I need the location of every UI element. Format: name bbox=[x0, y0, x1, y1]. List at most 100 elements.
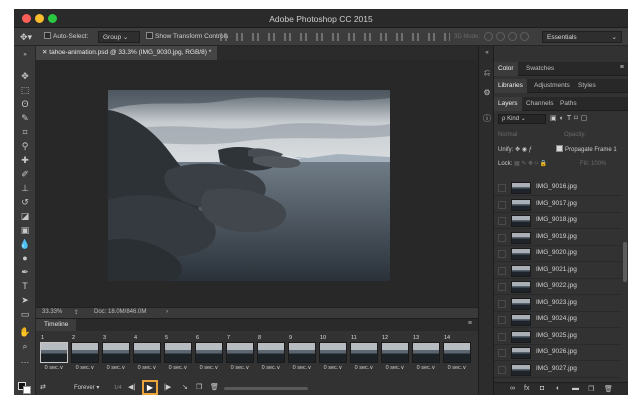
timeline-tab[interactable]: Timeline bbox=[36, 319, 77, 331]
timeline-menu-icon[interactable]: ≡ bbox=[468, 320, 472, 327]
timeline-frame[interactable]: 4 0 sec.∨ bbox=[133, 335, 161, 375]
frame-thumbnail[interactable] bbox=[71, 342, 99, 363]
shape-tool-icon[interactable]: ▭ bbox=[18, 308, 32, 320]
visibility-toggle[interactable] bbox=[498, 266, 506, 275]
layer-row[interactable]: IMG_9020.jpg bbox=[494, 246, 622, 262]
frame-thumbnail[interactable] bbox=[288, 342, 316, 363]
timeline-frame[interactable]: 12 0 sec.∨ bbox=[381, 335, 409, 375]
pen-tool-icon[interactable]: ✒ bbox=[18, 266, 32, 278]
unify-style-icon[interactable]: ƒ bbox=[529, 147, 532, 153]
next-frame-icon[interactable]: |▶ bbox=[164, 383, 171, 393]
brush-tool-icon[interactable]: ✐ bbox=[18, 168, 32, 180]
blend-mode-dropdown[interactable]: Normal bbox=[498, 130, 517, 140]
auto-select-toggle[interactable]: Auto-Select: bbox=[44, 31, 88, 43]
tab-swatches[interactable]: Swatches bbox=[522, 62, 558, 76]
auto-select-dropdown[interactable]: Group ⌄ bbox=[98, 31, 140, 43]
timeline-frame[interactable]: 5 0 sec.∨ bbox=[164, 335, 192, 375]
layer-row[interactable]: IMG_9021.jpg bbox=[494, 263, 622, 279]
layer-row[interactable]: IMG_9023.jpg bbox=[494, 296, 622, 312]
share-icon[interactable]: ⇪ bbox=[74, 309, 79, 316]
frame-delay-dropdown[interactable]: 0 sec.∨ bbox=[71, 365, 99, 371]
stamp-tool-icon[interactable]: ⊥ bbox=[18, 182, 32, 194]
tab-color[interactable]: Color bbox=[494, 62, 518, 76]
eraser-tool-icon[interactable]: ◪ bbox=[18, 210, 32, 222]
tween-icon[interactable]: ↘ bbox=[182, 383, 188, 393]
gradient-tool-icon[interactable]: ▣ bbox=[18, 224, 32, 236]
frame-delay-dropdown[interactable]: 0 sec.∨ bbox=[195, 365, 223, 371]
timeline-frame[interactable]: 8 0 sec.∨ bbox=[257, 335, 285, 375]
delete-frame-icon[interactable]: 🗑 bbox=[210, 383, 219, 393]
timeline-frame[interactable]: 14 0 sec.∨ bbox=[443, 335, 471, 375]
layer-row[interactable]: IMG_9017.jpg bbox=[494, 197, 622, 213]
timeline-frame[interactable]: 13 0 sec.∨ bbox=[412, 335, 440, 375]
tab-libraries[interactable]: Libraries bbox=[494, 79, 527, 93]
layer-style-icon[interactable]: fx bbox=[524, 385, 529, 392]
show-transform-toggle[interactable]: Show Transform Controls bbox=[146, 31, 228, 43]
frame-delay-dropdown[interactable]: 0 sec.∨ bbox=[226, 365, 254, 371]
tab-styles[interactable]: Styles bbox=[574, 79, 600, 93]
lasso-tool-icon[interactable]: ʘ bbox=[18, 98, 32, 110]
visibility-toggle[interactable] bbox=[498, 349, 506, 357]
frame-delay-dropdown[interactable]: 0 sec.∨ bbox=[40, 365, 68, 371]
timeline-frame[interactable]: 1 0 sec.∨ bbox=[40, 335, 68, 375]
lock-icons[interactable]: ▦ ✎ ✥ ⌑ 🔒 bbox=[514, 161, 547, 167]
frame-thumbnail[interactable] bbox=[257, 342, 285, 363]
frame-delay-dropdown[interactable]: 0 sec.∨ bbox=[164, 365, 192, 371]
frame-thumbnail[interactable] bbox=[133, 342, 161, 363]
layer-row[interactable]: IMG_9025.jpg bbox=[494, 329, 622, 345]
timeline-frame[interactable]: 9 0 sec.∨ bbox=[288, 335, 316, 375]
propagate-checkbox[interactable] bbox=[556, 145, 563, 152]
canvas-area[interactable] bbox=[36, 60, 478, 316]
marquee-tool-icon[interactable]: ⬚ bbox=[18, 84, 32, 96]
crop-tool-icon[interactable]: ⌗ bbox=[18, 126, 32, 138]
color-panel-menu-icon[interactable]: ≡ bbox=[620, 64, 624, 71]
frame-thumbnail[interactable] bbox=[102, 342, 130, 363]
tab-layers[interactable]: Layers bbox=[494, 97, 522, 111]
frame-thumbnail[interactable] bbox=[350, 342, 378, 363]
layers-scrollbar[interactable] bbox=[623, 242, 627, 282]
frame-delay-dropdown[interactable]: 0 sec.∨ bbox=[102, 365, 130, 371]
properties-panel-icon[interactable]: ⚙ bbox=[482, 88, 492, 98]
propagate-frame-toggle[interactable]: Propagate Frame 1 bbox=[556, 145, 617, 155]
quick-select-tool-icon[interactable]: ✎ bbox=[18, 112, 32, 124]
history-panel-icon[interactable]: ⎌ bbox=[482, 68, 492, 78]
visibility-toggle[interactable] bbox=[498, 283, 506, 291]
frame-thumbnail[interactable] bbox=[381, 342, 409, 363]
convert-timeline-icon[interactable]: ⇄ bbox=[40, 383, 46, 393]
frame-thumbnail[interactable] bbox=[319, 342, 347, 363]
timeline-scrollbar[interactable] bbox=[224, 387, 308, 390]
frame-delay-dropdown[interactable]: 0 sec.∨ bbox=[133, 365, 161, 371]
visibility-toggle[interactable] bbox=[498, 365, 506, 374]
strip-collapse-icon[interactable]: « bbox=[482, 48, 492, 58]
frame-thumbnail[interactable] bbox=[164, 342, 192, 363]
visibility-toggle[interactable] bbox=[498, 184, 506, 192]
layer-row[interactable]: IMG_9022.jpg bbox=[494, 279, 622, 295]
loop-dropdown[interactable]: Forever ▾ bbox=[74, 383, 99, 393]
visibility-toggle[interactable] bbox=[498, 316, 506, 324]
layer-kind-filter[interactable]: ρ Kind ⌄ bbox=[498, 114, 546, 124]
tab-paths[interactable]: Paths bbox=[556, 97, 581, 111]
unify-visibility-icon[interactable]: ◉ bbox=[522, 147, 527, 153]
timeline-frame[interactable]: 11 0 sec.∨ bbox=[350, 335, 378, 375]
timeline-frame[interactable]: 7 0 sec.∨ bbox=[226, 335, 254, 375]
frame-thumbnail[interactable] bbox=[226, 342, 254, 363]
tab-adjustments[interactable]: Adjustments bbox=[530, 79, 574, 93]
tab-channels[interactable]: Channels bbox=[522, 97, 557, 111]
timeline-frame[interactable]: 2 0 sec.∨ bbox=[71, 335, 99, 375]
visibility-toggle[interactable] bbox=[498, 299, 506, 308]
visibility-toggle[interactable] bbox=[498, 217, 506, 225]
eyedropper-tool-icon[interactable]: ⚲ bbox=[18, 140, 32, 152]
auto-select-checkbox[interactable] bbox=[44, 32, 51, 39]
layer-row[interactable]: IMG_9024.jpg bbox=[494, 312, 622, 328]
new-layer-icon[interactable]: ❐ bbox=[588, 385, 594, 393]
new-group-icon[interactable]: ▬ bbox=[572, 385, 579, 392]
frame-delay-dropdown[interactable]: 0 sec.∨ bbox=[288, 365, 316, 371]
path-select-tool-icon[interactable]: ➤ bbox=[18, 294, 32, 306]
frame-delay-dropdown[interactable]: 0 sec.∨ bbox=[350, 365, 378, 371]
visibility-toggle[interactable] bbox=[498, 233, 506, 242]
type-tool-icon[interactable]: T bbox=[18, 280, 32, 292]
frame-delay-dropdown[interactable]: 0 sec.∨ bbox=[257, 365, 285, 371]
previous-frame-icon[interactable]: ◀| bbox=[128, 383, 135, 393]
status-menu-icon[interactable]: › bbox=[166, 309, 168, 315]
delete-layer-icon[interactable]: 🗑 bbox=[604, 385, 613, 393]
